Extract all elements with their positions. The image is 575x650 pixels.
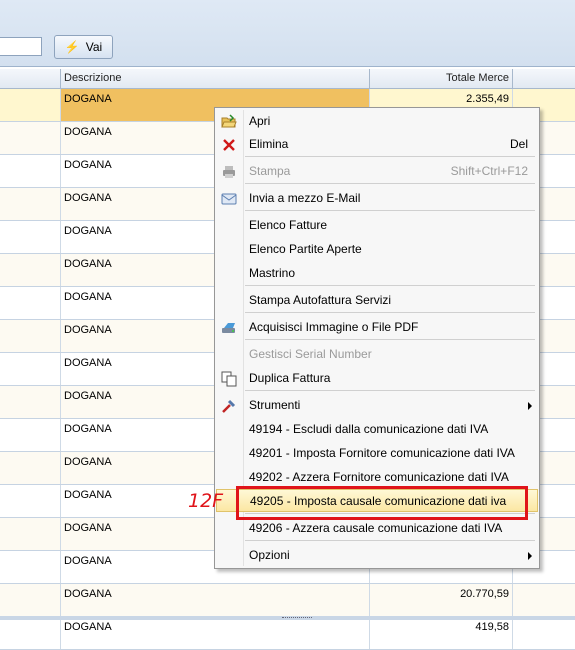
- descrizione-cell[interactable]: DOGANA: [61, 584, 370, 616]
- menu-item-label: Invia a mezzo E-Mail: [249, 191, 361, 205]
- email-icon: [221, 191, 237, 207]
- descrizione-cell[interactable]: DOGANA: [61, 617, 370, 649]
- table-row[interactable]: DOGANA 419,58: [0, 617, 575, 650]
- printer-icon: [221, 164, 237, 180]
- row-selector-cell[interactable]: [0, 122, 61, 154]
- row-selector-cell[interactable]: [0, 89, 61, 121]
- menu-separator: [245, 339, 535, 340]
- menu-item-stampa[interactable]: Stampa Shift+Ctrl+F12: [216, 160, 538, 183]
- menu-item-label: Acquisisci Immagine o File PDF: [249, 320, 419, 334]
- menu-item-elenco-partite-aperte[interactable]: Elenco Partite Aperte: [216, 238, 538, 261]
- totale-merce-cell[interactable]: 20.770,59: [370, 584, 513, 616]
- menu-item-label: 49206 - Azzera causale comunicazione dat…: [249, 521, 503, 535]
- menu-item-shortcut: Del: [509, 137, 528, 151]
- menu-item-label: Strumenti: [249, 398, 301, 412]
- menu-item-label: Stampa Autofattura Servizi: [249, 293, 392, 307]
- menu-item-label: Elimina: [249, 137, 289, 151]
- extra-cell[interactable]: [513, 617, 575, 649]
- row-selector-cell[interactable]: [0, 353, 61, 385]
- extra-cell[interactable]: [513, 584, 575, 616]
- row-selector-cell[interactable]: [0, 485, 61, 517]
- grid-header: Descrizione Totale Merce: [0, 69, 575, 89]
- menu-item-49201-imposta-fornitore-comunicazione-dati-iva[interactable]: 49201 - Imposta Fornitore comunicazione …: [216, 442, 538, 465]
- vai-button-label: Vai: [85, 40, 103, 54]
- folder-open-icon: [221, 114, 237, 130]
- menu-item-label: Opzioni: [249, 548, 290, 562]
- menu-separator: [245, 390, 535, 391]
- menu-item-apri[interactable]: Apri: [216, 110, 538, 133]
- toolbar: ⚡ Vai: [0, 0, 575, 67]
- menu-item-gestisci-serial-number[interactable]: Gestisci Serial Number: [216, 343, 538, 366]
- menu-item-label: Duplica Fattura: [249, 371, 331, 385]
- menu-item-opzioni[interactable]: Opzioni: [216, 544, 538, 567]
- row-selector-cell[interactable]: [0, 551, 61, 583]
- duplicate-icon: [221, 371, 237, 387]
- submenu-arrow-icon: [528, 552, 532, 560]
- row-selector-cell[interactable]: [0, 287, 61, 319]
- menu-item-shortcut: Shift+Ctrl+F12: [450, 164, 528, 178]
- menu-separator: [245, 210, 535, 211]
- menu-item-mastrino[interactable]: Mastrino: [216, 262, 538, 285]
- menu-separator: [245, 285, 535, 286]
- row-selector-cell[interactable]: [0, 254, 61, 286]
- menu-item-stampa-autofattura-servizi[interactable]: Stampa Autofattura Servizi: [216, 289, 538, 312]
- row-selector-cell[interactable]: [0, 617, 61, 649]
- menu-separator: [245, 183, 535, 184]
- menu-item-label: Gestisci Serial Number: [249, 347, 372, 361]
- lightning-icon: ⚡: [64, 40, 80, 54]
- delete-x-icon: [221, 137, 237, 153]
- annotation-highlight-box: [236, 486, 528, 520]
- column-header-totale-merce[interactable]: Totale Merce: [370, 69, 513, 88]
- menu-item-elimina[interactable]: Elimina Del: [216, 133, 538, 156]
- menu-separator: [245, 312, 535, 313]
- menu-item-label: Mastrino: [249, 266, 296, 280]
- menu-item-duplica-fattura[interactable]: Duplica Fattura: [216, 367, 538, 390]
- annotation-label: 12F: [188, 490, 224, 512]
- row-selector-cell[interactable]: [0, 584, 61, 616]
- row-selector-cell[interactable]: [0, 386, 61, 418]
- filter-input[interactable]: [0, 37, 42, 56]
- menu-item-49206-azzera-causale-comunicazione-dati-iva[interactable]: 49206 - Azzera causale comunicazione dat…: [216, 517, 538, 540]
- totale-merce-cell[interactable]: 419,58: [370, 617, 513, 649]
- vai-button[interactable]: ⚡ Vai: [54, 35, 113, 59]
- row-selector-cell[interactable]: [0, 452, 61, 484]
- menu-item-label: Elenco Partite Aperte: [249, 242, 362, 256]
- column-header-descrizione[interactable]: Descrizione: [61, 69, 370, 88]
- menu-item-label: Apri: [249, 114, 271, 128]
- menu-item-49194-escludi-dalla-comunicazione-dati-iva[interactable]: 49194 - Escludi dalla comunicazione dati…: [216, 418, 538, 441]
- table-row[interactable]: DOGANA 20.770,59: [0, 584, 575, 617]
- row-selector-cell[interactable]: [0, 419, 61, 451]
- row-selector-cell[interactable]: [0, 155, 61, 187]
- menu-separator: [245, 156, 535, 157]
- menu-item-label: Elenco Fatture: [249, 218, 328, 232]
- menu-separator: [245, 540, 535, 541]
- menu-item-strumenti[interactable]: Strumenti: [216, 394, 538, 417]
- submenu-arrow-icon: [528, 402, 532, 410]
- scanner-icon: [221, 320, 237, 336]
- tools-icon: [221, 398, 237, 414]
- column-header-extra[interactable]: [513, 69, 575, 88]
- column-header-blank[interactable]: [0, 69, 61, 88]
- row-selector-cell[interactable]: [0, 518, 61, 550]
- menu-item-acquisisci-immagine-o-file-pdf[interactable]: Acquisisci Immagine o File PDF: [216, 316, 538, 339]
- row-selector-cell[interactable]: [0, 188, 61, 220]
- menu-item-label: Stampa: [249, 164, 291, 178]
- menu-item-label: 49201 - Imposta Fornitore comunicazione …: [249, 446, 515, 460]
- row-selector-cell[interactable]: [0, 320, 61, 352]
- menu-item-label: 49194 - Escludi dalla comunicazione dati…: [249, 422, 489, 436]
- row-selector-cell[interactable]: [0, 221, 61, 253]
- menu-item-elenco-fatture[interactable]: Elenco Fatture: [216, 214, 538, 237]
- menu-item-invia-a-mezzo-e-mail[interactable]: Invia a mezzo E-Mail: [216, 187, 538, 210]
